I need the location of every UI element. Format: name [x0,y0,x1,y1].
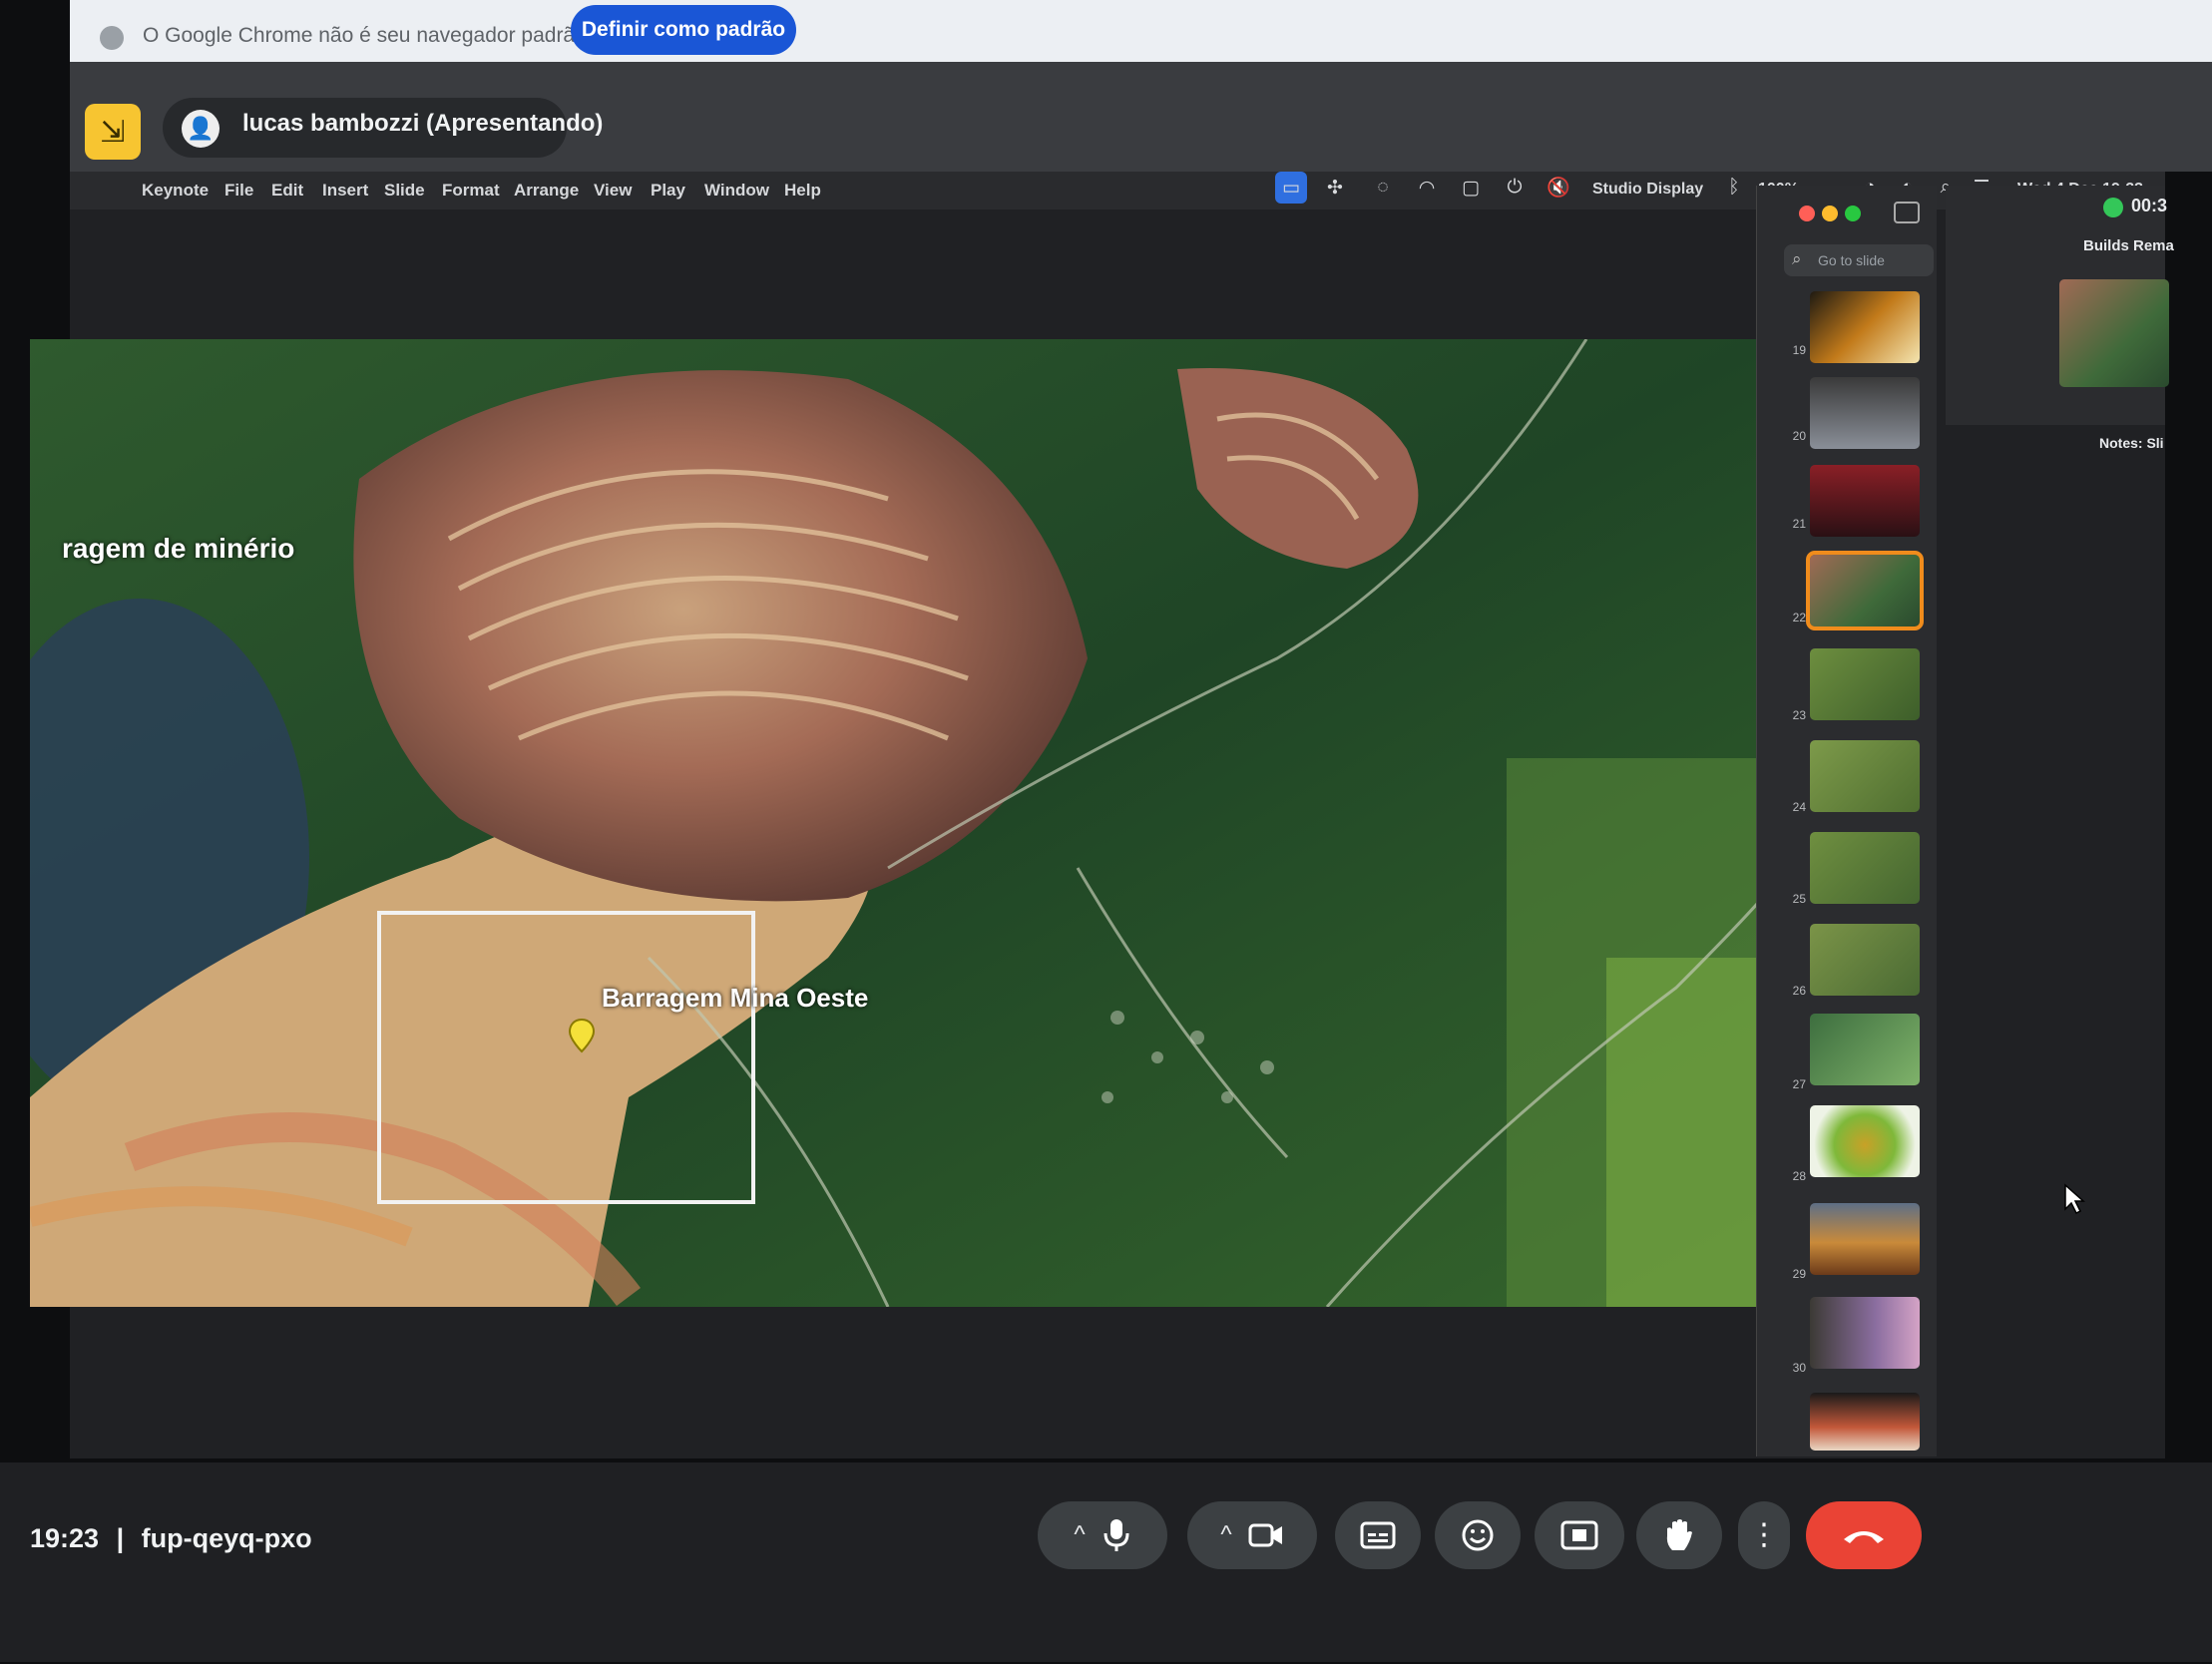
slide-thumbnail-29[interactable] [1810,1203,1920,1275]
hang-up-icon [1844,1531,1884,1543]
presentation-icon[interactable]: ⇲ [85,104,141,160]
slide-number: 20 [1792,429,1806,443]
power-icon[interactable]: ⏻ [1499,172,1531,204]
search-icon: ⌕ [1792,249,1802,268]
display-icon[interactable]: ▢ [1455,172,1487,204]
menu-edit[interactable]: Edit [271,181,303,201]
video-options-chevron-icon[interactable]: ^ [1220,1521,1231,1549]
slide-number: 30 [1792,1361,1806,1375]
slide-number: 21 [1792,517,1806,531]
window-close-button[interactable] [1799,206,1815,221]
slide-thumbnail-24[interactable] [1810,740,1920,812]
window-zoom-button[interactable] [1845,206,1861,221]
slide-thumbnail-22[interactable] [1806,551,1924,630]
menu-help[interactable]: Help [784,181,821,201]
mouse-cursor-icon [2064,1183,2085,1215]
meeting-time: 19:23 [30,1523,100,1553]
set-default-browser-button[interactable]: Definir como padrão [571,5,796,55]
menu-insert[interactable]: Insert [322,181,368,201]
slide-thumbnail-20[interactable] [1810,377,1920,449]
slide-satellite-image [30,339,1771,1307]
microphone-icon [1104,1519,1129,1551]
captions-icon [1360,1521,1396,1549]
slide-thumbnail-21[interactable] [1810,465,1920,537]
menu-keynote[interactable]: Keynote [142,181,209,201]
slide-thumbnail-30[interactable] [1810,1297,1920,1369]
menu-play[interactable]: Play [651,181,685,201]
go-to-slide-placeholder: Go to slide [1818,252,1885,268]
camera-control[interactable]: ^ [1187,1501,1317,1569]
menu-window[interactable]: Window [704,181,769,201]
menu-format[interactable]: Format [442,181,500,201]
meeting-code: fup-qeyq-pxo [141,1523,312,1553]
menu-file[interactable]: File [224,181,253,201]
current-slide-preview [2059,279,2169,387]
slide-thumbnail-19[interactable] [1810,291,1920,363]
chrome-info-icon [100,26,124,50]
map-label-barragem-minerio: ragem de minério [62,533,295,564]
more-options-button[interactable]: ⋮ [1738,1501,1790,1569]
menu-view[interactable]: View [594,181,632,201]
builds-remaining-label: Builds Rema [2083,237,2174,254]
present-screen-icon [1560,1520,1598,1550]
notes-label: Notes: Sli [2099,435,2164,451]
camera-icon [1248,1523,1282,1547]
slide-thumbnail-28[interactable] [1810,1105,1920,1177]
slide-number: 28 [1792,1169,1806,1183]
infobar-message: O Google Chrome não é seu navegador padr… [143,24,587,47]
slide-number: 24 [1792,800,1806,814]
dropbox-icon[interactable]: ✣ [1319,172,1351,204]
slide-thumbnail-23[interactable] [1810,648,1920,720]
menu-arrange[interactable]: Arrange [514,181,579,201]
slide-thumbnail-26[interactable] [1810,924,1920,996]
leave-call-button[interactable] [1806,1501,1922,1569]
captions-button[interactable] [1335,1501,1421,1569]
slide-number: 25 [1792,892,1806,906]
satellite-map [30,339,1771,1307]
timer-status-icon [2103,198,2123,217]
present-screen-button[interactable] [1535,1501,1624,1569]
reactions-button[interactable] [1435,1501,1521,1569]
sidebar-toggle-icon[interactable] [1894,202,1920,223]
slide-thumbnail-27[interactable] [1810,1014,1920,1085]
presentation-timer: 00:3 [2131,196,2168,215]
slide-number: 26 [1792,984,1806,998]
menu-slide[interactable]: Slide [384,181,425,201]
microphone-control[interactable]: ^ [1038,1501,1167,1569]
screen-mirror-icon[interactable]: ▭ [1275,172,1307,204]
headphones-icon[interactable]: ◠ [1411,172,1443,204]
mute-icon[interactable]: 🔇 [1543,172,1574,204]
meeting-separator: | [116,1523,125,1553]
slide-thumbnail-25[interactable] [1810,832,1920,904]
slide-number: 23 [1792,708,1806,722]
presenter-name: lucas bambozzi (Apresentando) [242,110,604,137]
emoji-icon [1462,1519,1494,1551]
slide-number: 29 [1792,1267,1806,1281]
map-pin-icon [568,1018,596,1053]
bluetooth-icon[interactable]: ᛒ [1718,172,1750,204]
meeting-info: 19:23 | fup-qeyq-pxo [30,1523,312,1554]
more-vert-icon: ⋮ [1749,1518,1779,1551]
slide-number: 19 [1792,343,1806,357]
audio-output-label[interactable]: Studio Display [1592,181,1703,199]
window-minimize-button[interactable] [1822,206,1838,221]
raise-hand-button[interactable] [1636,1501,1722,1569]
audio-options-chevron-icon[interactable]: ^ [1074,1521,1085,1549]
raise-hand-icon [1666,1519,1692,1550]
map-label-barragem-mina-oeste: Barragem Mina Oeste [602,983,869,1013]
slide-number: 27 [1792,1077,1806,1091]
slide-number: 22 [1792,611,1806,624]
slide-thumbnail-31[interactable] [1810,1393,1920,1451]
sync-icon[interactable]: ◌ [1367,172,1399,204]
avatar: 👤 [182,110,220,148]
